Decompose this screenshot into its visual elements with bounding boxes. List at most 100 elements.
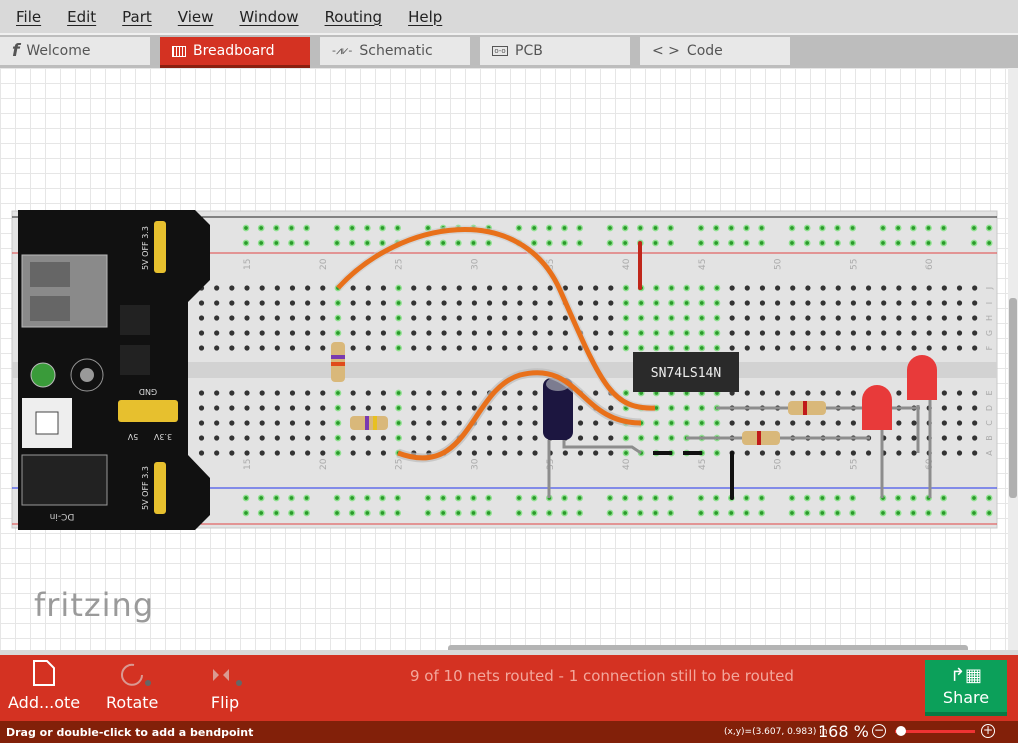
breadboard-hole[interactable] xyxy=(911,315,917,321)
breadboard-hole[interactable] xyxy=(395,284,402,292)
breadboard-hole[interactable] xyxy=(456,450,462,456)
breadboard-hole[interactable] xyxy=(198,300,205,306)
breadboard-hole[interactable] xyxy=(850,285,857,291)
breadboard-hole[interactable] xyxy=(803,239,811,247)
breadboard-hole[interactable] xyxy=(667,509,674,517)
breadboard-hole[interactable] xyxy=(288,224,295,232)
breadboard-hole[interactable] xyxy=(593,300,599,306)
breadboard-hole[interactable] xyxy=(637,329,645,337)
breadboard-hole[interactable] xyxy=(879,239,887,247)
breadboard-hole[interactable] xyxy=(698,329,706,337)
breadboard-hole[interactable] xyxy=(532,330,538,336)
breadboard-hole[interactable] xyxy=(803,494,811,502)
breadboard-hole[interactable] xyxy=(517,435,523,441)
breadboard-hole[interactable] xyxy=(622,284,630,292)
breadboard-hole[interactable] xyxy=(395,434,402,442)
breadboard-hole[interactable] xyxy=(198,405,205,411)
breadboard-hole[interactable] xyxy=(956,330,963,336)
breadboard-hole[interactable] xyxy=(229,390,235,396)
breadboard-hole[interactable] xyxy=(320,390,326,396)
breadboard-hole[interactable] xyxy=(835,390,841,396)
breadboard-hole[interactable] xyxy=(956,420,963,426)
breadboard-hole[interactable] xyxy=(334,419,342,427)
breadboard-hole[interactable] xyxy=(545,239,553,247)
breadboard-hole[interactable] xyxy=(288,509,295,517)
breadboard-hole[interactable] xyxy=(729,300,735,306)
breadboard-hole[interactable] xyxy=(790,390,796,396)
breadboard-hole[interactable] xyxy=(395,299,402,307)
breadboard-hole[interactable] xyxy=(320,435,326,441)
breadboard-hole[interactable] xyxy=(743,494,750,502)
breadboard-hole[interactable] xyxy=(652,284,660,292)
breadboard-hole[interactable] xyxy=(593,345,599,351)
breadboard-hole[interactable] xyxy=(894,494,902,502)
breadboard-canvas[interactable]: 15 15 20 20 25 25 30 30 35 35 40 40 45 45 50 50 55 55 60 60… xyxy=(0,68,1008,650)
breadboard-hole[interactable] xyxy=(926,315,932,321)
breadboard-hole[interactable] xyxy=(775,300,781,306)
breadboard-hole[interactable] xyxy=(471,345,477,351)
breadboard-hole[interactable] xyxy=(257,224,265,232)
breadboard-hole[interactable] xyxy=(305,420,311,426)
breadboard-hole[interactable] xyxy=(911,435,917,441)
breadboard-hole[interactable] xyxy=(956,300,963,306)
breadboard-hole[interactable] xyxy=(274,420,280,426)
breadboard-hole[interactable] xyxy=(303,239,310,247)
breadboard-hole[interactable] xyxy=(896,345,902,351)
breadboard-hole[interactable] xyxy=(441,435,447,441)
breadboard-hole[interactable] xyxy=(608,285,614,291)
breadboard-hole[interactable] xyxy=(879,224,887,232)
breadboard-hole[interactable] xyxy=(834,509,841,517)
breadboard-hole[interactable] xyxy=(334,299,342,307)
breadboard-hole[interactable] xyxy=(834,239,841,247)
breadboard-hole[interactable] xyxy=(697,494,705,502)
breadboard-hole[interactable] xyxy=(744,330,750,336)
breadboard-hole[interactable] xyxy=(244,450,250,456)
breadboard-hole[interactable] xyxy=(320,330,326,336)
breadboard-hole[interactable] xyxy=(259,420,265,426)
breadboard-hole[interactable] xyxy=(668,299,675,307)
breadboard-hole[interactable] xyxy=(713,314,721,322)
breadboard-hole[interactable] xyxy=(303,224,310,232)
breadboard-hole[interactable] xyxy=(744,390,750,396)
breadboard-hole[interactable] xyxy=(530,239,538,247)
breadboard-hole[interactable] xyxy=(972,285,978,291)
breadboard-hole[interactable] xyxy=(502,420,508,426)
breadboard-hole[interactable] xyxy=(395,419,402,427)
zoom-slider[interactable] xyxy=(895,730,975,733)
breadboard-hole[interactable] xyxy=(259,315,265,321)
breadboard-hole[interactable] xyxy=(985,239,993,247)
breadboard-hole[interactable] xyxy=(576,224,583,232)
breadboard-hole[interactable] xyxy=(790,300,796,306)
breadboard-hole[interactable] xyxy=(972,300,978,306)
breadboard-hole[interactable] xyxy=(729,345,735,351)
zoom-out-icon[interactable]: − xyxy=(872,724,886,738)
breadboard-hole[interactable] xyxy=(561,509,568,517)
menu-routing[interactable]: Routing xyxy=(325,8,383,26)
breadboard-hole[interactable] xyxy=(775,345,781,351)
breadboard-hole[interactable] xyxy=(894,239,902,247)
breadboard-hole[interactable] xyxy=(456,420,462,426)
breadboard-hole[interactable] xyxy=(805,420,811,426)
breadboard-hole[interactable] xyxy=(426,330,432,336)
breadboard-hole[interactable] xyxy=(515,509,523,517)
share-button[interactable]: ↱▦ Share xyxy=(925,660,1007,716)
breadboard-hole[interactable] xyxy=(502,315,508,321)
breadboard-hole[interactable] xyxy=(744,315,750,321)
breadboard-hole[interactable] xyxy=(896,300,902,306)
breadboard-hole[interactable] xyxy=(805,315,811,321)
breadboard-hole[interactable] xyxy=(606,494,614,502)
breadboard-hole[interactable] xyxy=(486,315,493,321)
breadboard-hole[interactable] xyxy=(532,420,538,426)
breadboard-hole[interactable] xyxy=(274,315,280,321)
breadboard-hole[interactable] xyxy=(274,450,280,456)
breadboard-hole[interactable] xyxy=(896,330,902,336)
breadboard-hole[interactable] xyxy=(593,450,599,456)
breadboard-hole[interactable] xyxy=(849,239,856,247)
menu-view[interactable]: View xyxy=(178,8,214,26)
breadboard-hole[interactable] xyxy=(697,509,705,517)
breadboard-hole[interactable] xyxy=(577,450,584,456)
breadboard-hole[interactable] xyxy=(758,509,765,517)
breadboard-hole[interactable] xyxy=(334,404,342,412)
breadboard-hole[interactable] xyxy=(229,300,235,306)
breadboard-hole[interactable] xyxy=(940,494,947,502)
